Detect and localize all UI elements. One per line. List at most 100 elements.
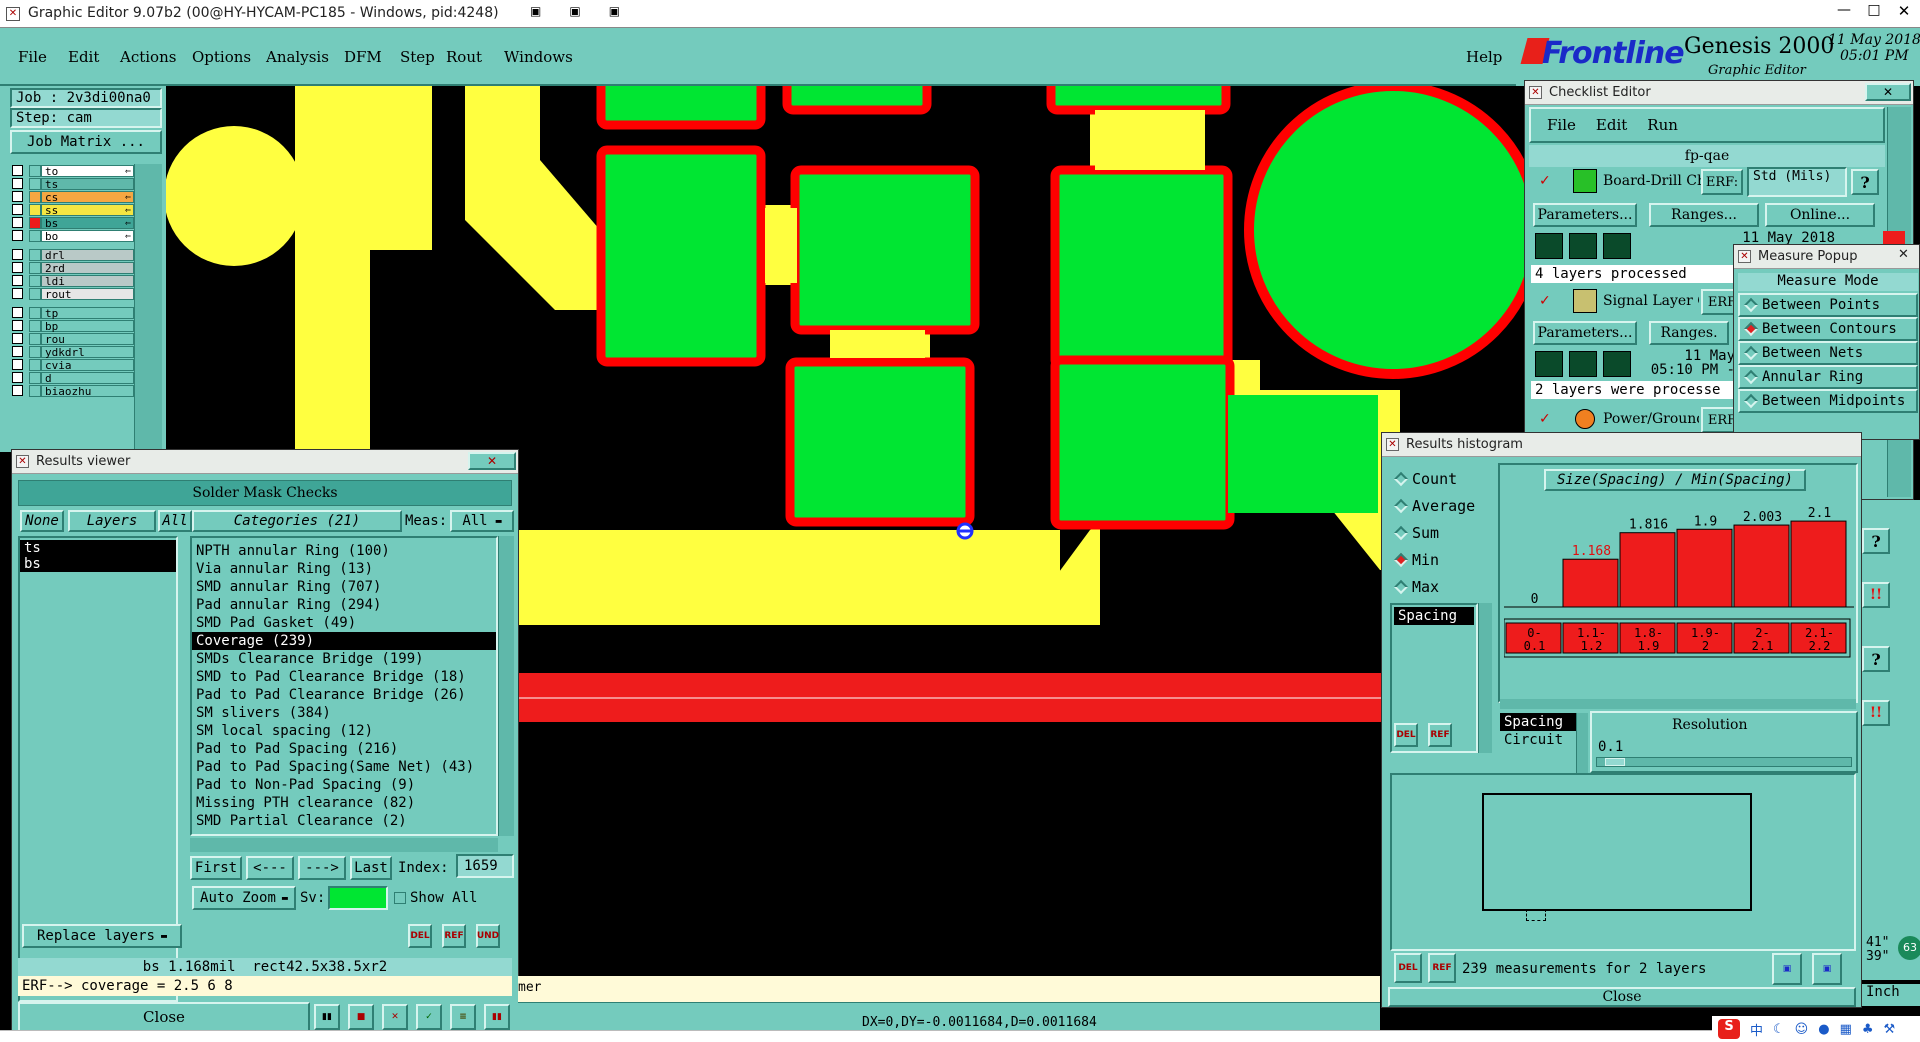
layer-name[interactable]: ldi (41, 274, 134, 287)
error-flag-icon[interactable]: !! (1862, 582, 1890, 608)
checklist-close-icon[interactable]: ✕ (1865, 83, 1911, 101)
layer-visibility-checkbox[interactable] (12, 385, 23, 396)
layer-row[interactable]: cvia (12, 358, 134, 371)
prev-button[interactable]: <--- (246, 856, 294, 880)
maximize-icon[interactable]: □ (1862, 2, 1886, 22)
std-field[interactable]: Std (Mils) (1747, 167, 1847, 197)
layer-name[interactable]: cvia (41, 358, 134, 371)
replace-layers-dropdown[interactable]: Replace layers ▬ (22, 924, 182, 948)
layer-visibility-checkbox[interactable] (12, 346, 23, 357)
ime-logo-icon[interactable]: S (1718, 1019, 1740, 1039)
layer-row[interactable]: biaozhu (12, 384, 134, 397)
layer-visibility-checkbox[interactable] (12, 359, 23, 370)
close-icon[interactable]: ✕ (1892, 2, 1916, 22)
layer-name[interactable]: ss ⇐ (41, 203, 134, 216)
auto-zoom-dropdown[interactable]: Auto Zoom ▬ (192, 886, 296, 910)
layer-visibility-checkbox[interactable] (12, 191, 23, 202)
chart-hscroll[interactable] (1500, 699, 1856, 709)
minimize-icon[interactable]: — (1832, 2, 1856, 22)
show-all-toggle[interactable]: Show All (394, 890, 477, 906)
layer-name[interactable]: to ⇐ (41, 164, 134, 177)
ref-icon[interactable]: REF (1428, 953, 1456, 983)
item-name[interactable]: Board-Drill Che (1603, 173, 1713, 189)
item-check-icon[interactable]: ✓ (1539, 411, 1553, 427)
menu-actions[interactable]: Actions (112, 48, 184, 66)
results-close-button[interactable]: Close (18, 1002, 310, 1032)
list-item[interactable]: Spacing (1394, 607, 1474, 625)
histogram-icon[interactable]: ▮▮ (484, 1004, 510, 1030)
erf-button[interactable]: ERF: (1701, 169, 1743, 195)
layer-visibility-checkbox[interactable] (12, 320, 23, 331)
layer-name[interactable]: ydkdrl (41, 345, 134, 358)
layer-name[interactable]: rou (41, 332, 134, 345)
list-item[interactable]: SMD Pad Gasket (49) (192, 614, 496, 632)
run-icon[interactable] (1535, 233, 1563, 259)
list-item[interactable]: SMD annular Ring (707) (192, 578, 496, 596)
list-item[interactable]: Pad to Non-Pad Spacing (9) (192, 776, 496, 794)
menu-rout[interactable]: Rout (438, 48, 496, 66)
resolution-slider-thumb[interactable] (1605, 758, 1625, 766)
layer-name[interactable]: d (41, 371, 134, 384)
online-button[interactable]: Online... (1765, 203, 1875, 227)
layer-row[interactable]: tp (12, 306, 134, 319)
item-name[interactable]: Power/Ground C (1603, 411, 1699, 427)
menu-options[interactable]: Options (184, 48, 258, 66)
layer-visibility-checkbox[interactable] (12, 165, 23, 176)
stop-icon[interactable]: ■ (348, 1004, 374, 1030)
stat-option-average[interactable]: Average (1390, 492, 1498, 519)
list-item[interactable]: Circuit (1500, 731, 1576, 749)
list-item[interactable]: ts (20, 540, 176, 556)
menu-dfm[interactable]: DFM (336, 48, 392, 66)
ranges-button[interactable]: Ranges... (1649, 203, 1759, 227)
histogram-field-list[interactable]: Spacing Circuit (1500, 713, 1576, 761)
histogram-bar[interactable] (1676, 528, 1733, 608)
histogram-list-scrollbar[interactable] (1478, 603, 1492, 753)
item-name[interactable]: Signal Layer Ch (1603, 293, 1699, 309)
histogram-bar[interactable] (1733, 524, 1790, 608)
layer-row[interactable]: cs ⇐ (12, 190, 134, 203)
list-item[interactable]: bs (20, 556, 176, 572)
histogram-close-button[interactable]: Close (1388, 987, 1856, 1007)
categories-scrollbar[interactable] (498, 536, 514, 836)
first-button[interactable]: First (190, 856, 242, 880)
layer-visibility-checkbox[interactable] (12, 307, 23, 318)
del-icon[interactable]: DEL (408, 924, 432, 948)
help-button[interactable]: ? (1862, 528, 1890, 554)
layer-visibility-checkbox[interactable] (12, 333, 23, 344)
show-all-checkbox[interactable] (394, 892, 406, 904)
check-list-icon[interactable]: ✓ (416, 1004, 442, 1030)
list-item[interactable]: Coverage (239) (192, 632, 496, 650)
smile-icon[interactable]: ☺ (1795, 1022, 1809, 1037)
sv-color-dropdown[interactable] (328, 886, 388, 910)
stat-option-count[interactable]: Count (1390, 465, 1498, 492)
ref-icon[interactable]: REF (442, 924, 466, 948)
run-icon[interactable] (1603, 233, 1631, 259)
run-icon[interactable] (1569, 351, 1597, 377)
error-flag-icon[interactable]: !! (1862, 700, 1890, 726)
zoom-fit-icon[interactable]: ▣ (1772, 953, 1802, 985)
menu-windows[interactable]: Windows (496, 48, 573, 66)
measure-close-icon[interactable]: ✕ (1898, 247, 1918, 265)
list-item[interactable]: Pad annular Ring (294) (192, 596, 496, 614)
menu-edit[interactable]: Edit (60, 48, 112, 66)
list-item[interactable]: SM slivers (384) (192, 704, 496, 722)
cross-icon[interactable]: ✕ (382, 1004, 408, 1030)
layer-scrollbar[interactable] (134, 164, 162, 449)
tab-categories[interactable]: Categories (21) (192, 510, 402, 532)
layer-name[interactable]: tp (41, 306, 134, 319)
units-label[interactable]: Inch (1862, 984, 1920, 1006)
resolution-slider[interactable] (1596, 757, 1852, 767)
parameters-button[interactable]: Parameters... (1533, 203, 1637, 227)
del-icon[interactable]: DEL (1394, 953, 1422, 983)
del-icon[interactable]: DEL (1394, 723, 1418, 747)
measure-mode-option[interactable]: Between Contours (1738, 317, 1918, 341)
layer-visibility-checkbox[interactable] (12, 230, 23, 241)
run-icon[interactable] (1603, 351, 1631, 377)
moon-icon[interactable]: ☾ (1773, 1022, 1785, 1037)
measure-mode-option[interactable]: Between Nets (1738, 341, 1918, 365)
layer-visibility-checkbox[interactable] (12, 262, 23, 273)
layer-name[interactable]: bo ⇐ (41, 229, 134, 242)
mic-icon[interactable]: ● (1818, 1022, 1829, 1037)
item-check-icon[interactable]: ✓ (1539, 173, 1553, 189)
layer-row[interactable]: d (12, 371, 134, 384)
